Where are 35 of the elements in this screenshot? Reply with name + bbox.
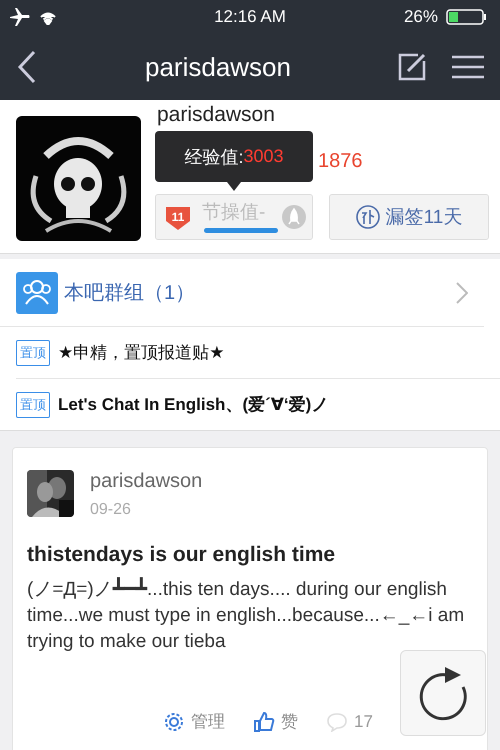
- post-count: 1876: [318, 150, 362, 173]
- thumbs-up-icon: [253, 710, 275, 732]
- pinned-tag: 置顶: [16, 392, 50, 418]
- refresh-icon: [417, 665, 469, 721]
- nav-title: parisdawson: [145, 52, 291, 82]
- comment-action[interactable]: 17: [326, 710, 373, 733]
- refresh-button[interactable]: [400, 650, 486, 736]
- wifi-icon: [38, 10, 58, 24]
- rocket-icon: [282, 205, 306, 229]
- post-body: (ノ=Д=)ノ┻━┻...this ten days.... during our english time...we must type in english...because...←_←i am trying to make our tieba: [27, 577, 466, 654]
- tooltip: 经验值:3003: [155, 131, 313, 182]
- post-date: 09-26: [90, 501, 132, 519]
- pinned-post-title[interactable]: ★申精，置顶报道贴★: [58, 341, 224, 364]
- airplane-icon: [10, 8, 30, 26]
- back-icon[interactable]: [16, 50, 38, 84]
- manage-action[interactable]: 管理: [163, 710, 225, 733]
- settings-icon: [163, 710, 185, 732]
- edit-icon[interactable]: [398, 53, 426, 81]
- group-icon: [16, 272, 58, 314]
- profile-name: parisdawson: [157, 103, 275, 127]
- sign-in-button[interactable]: 漏签11天: [329, 194, 489, 240]
- group-label[interactable]: 本吧群组（1）: [64, 279, 450, 306]
- comment-icon: [326, 712, 348, 732]
- pinned-tag: 置顶: [16, 340, 50, 366]
- post-title: thistendays is our english time: [27, 543, 336, 567]
- pinned-post-title[interactable]: Let's Chat In English、(爱´∀‘爱)ノ: [58, 393, 328, 416]
- status-time: 12:16 AM: [214, 7, 286, 27]
- like-action[interactable]: 赞: [253, 710, 298, 733]
- sign-icon: [356, 205, 380, 229]
- integrity-button[interactable]: 11 节操值-: [155, 194, 313, 240]
- rank-badge: 11: [164, 205, 192, 231]
- post-author: parisdawson: [90, 470, 202, 493]
- chevron-icon: [456, 282, 468, 304]
- battery-percent: 26%: [404, 7, 438, 27]
- menu-icon[interactable]: [452, 55, 484, 79]
